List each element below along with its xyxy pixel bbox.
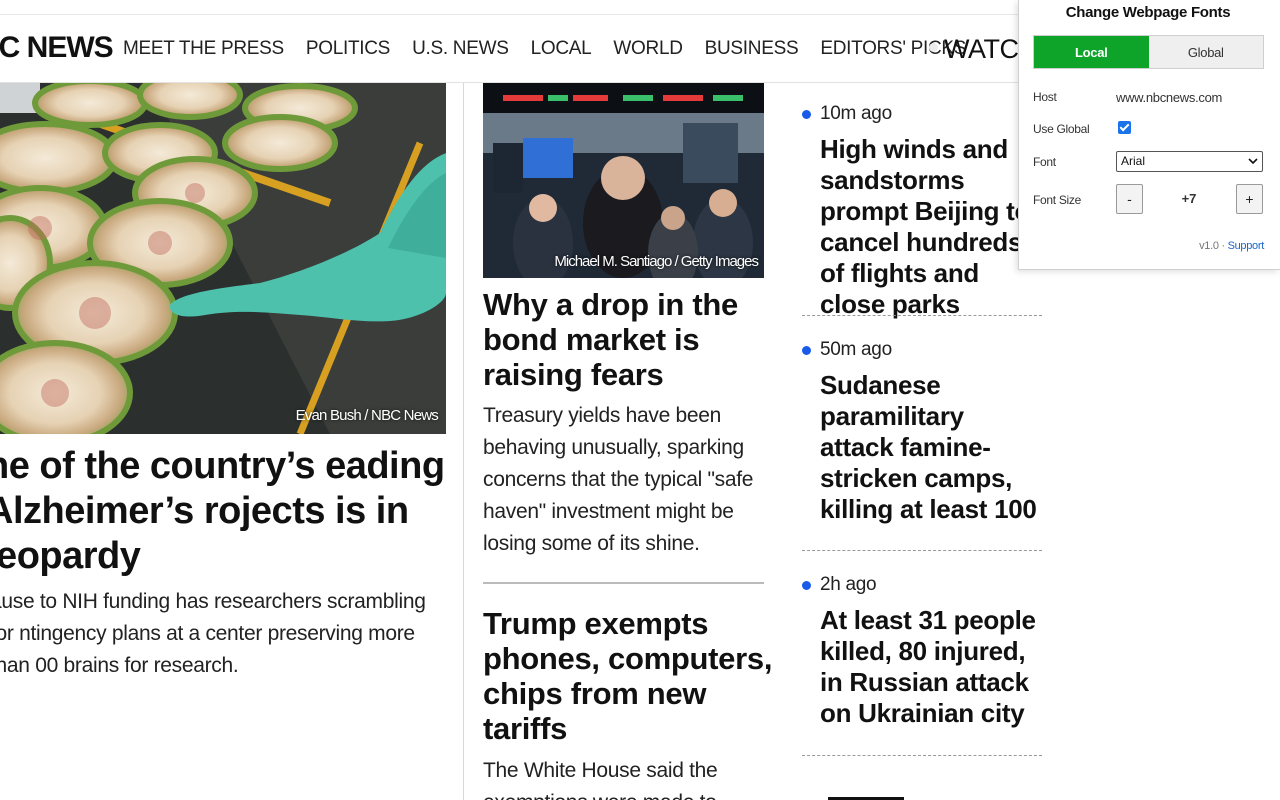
latest-time: 50m ago <box>820 339 892 360</box>
popup-footer: v1.0 · Support <box>1199 240 1264 252</box>
latest-time: 10m ago <box>820 103 892 124</box>
host-value: www.nbcnews.com <box>1116 90 1223 105</box>
latest-title[interactable]: Sudanese paramilitary attack famine-stri… <box>820 370 1042 525</box>
column-divider <box>463 83 464 800</box>
latest-item[interactable]: 50m ago Sudanese paramilitary attack fam… <box>802 339 1042 525</box>
bond-market-dek: Treasury yields have been behaving unusu… <box>483 404 754 555</box>
latest-title[interactable]: High winds and sandstorms prompt Beijing… <box>820 134 1042 320</box>
lead-story-image[interactable]: Evan Bush / NBC News <box>0 83 446 434</box>
tariffs-headline[interactable]: Trump exempts phones, computers, chips f… <box>483 606 773 746</box>
latest-divider <box>802 315 1042 316</box>
tariffs-dek: The White House said the exemptions were… <box>483 759 718 800</box>
header-divider <box>0 14 1030 15</box>
bond-market-image[interactable]: Michael M. Santiago / Getty Images <box>483 83 764 278</box>
brain-slices-photo <box>0 83 446 434</box>
story-divider <box>483 582 764 584</box>
latest-item[interactable]: 10m ago High winds and sandstorms prompt… <box>802 103 1042 320</box>
nav-item-us-news[interactable]: U.S. NEWS <box>412 38 509 60</box>
latest-divider <box>802 755 1042 756</box>
tab-local[interactable]: Local <box>1034 36 1149 68</box>
live-dot-icon <box>929 43 938 52</box>
lead-image-credit: Evan Bush / NBC News <box>295 407 439 424</box>
tab-global[interactable]: Global <box>1148 36 1263 68</box>
decrease-font-button[interactable]: - <box>1116 184 1143 214</box>
nav-item-local[interactable]: LOCAL <box>531 38 592 60</box>
font-extension-popup: Change Webpage Fonts Local Global Host w… <box>1018 0 1280 270</box>
latest-item[interactable]: 2h ago At least 31 people killed, 80 inj… <box>802 574 1042 729</box>
chevron-down-icon <box>1248 158 1258 165</box>
popup-title: Change Webpage Fonts <box>1065 4 1231 21</box>
host-label: Host <box>1033 90 1057 104</box>
font-select[interactable]: Arial <box>1116 151 1263 172</box>
nav-item-meet-the-press[interactable]: MEET THE PRESS <box>123 38 284 60</box>
latest-time: 2h ago <box>820 574 877 595</box>
bond-image-credit: Michael M. Santiago / Getty Images <box>554 253 759 270</box>
increase-font-button[interactable]: + <box>1236 184 1263 214</box>
use-global-checkbox[interactable] <box>1118 121 1131 134</box>
bond-market-headline[interactable]: Why a drop in the bond market is raising… <box>483 287 773 392</box>
support-link[interactable]: Support <box>1228 240 1265 252</box>
font-size-value: +7 <box>1181 191 1197 206</box>
nbc-news-logo[interactable]: BC NEWS <box>0 31 114 65</box>
trading-floor-photo <box>483 83 764 278</box>
font-size-label: Font Size <box>1033 193 1081 207</box>
main-navigation: MEET THE PRESS POLITICS U.S. NEWS LOCAL … <box>123 38 988 60</box>
nav-item-business[interactable]: BUSINESS <box>705 38 799 60</box>
nav-item-politics[interactable]: POLITICS <box>306 38 390 60</box>
font-label: Font <box>1033 155 1056 169</box>
scope-toggle: Local Global <box>1033 35 1264 69</box>
latest-title[interactable]: At least 31 people killed, 80 injured, i… <box>820 605 1042 729</box>
version-text: v1.0 · <box>1199 240 1228 252</box>
font-select-value: Arial <box>1121 154 1146 168</box>
live-dot-icon <box>802 580 811 590</box>
nav-item-world[interactable]: WORLD <box>613 38 683 60</box>
latest-divider <box>802 550 1042 551</box>
lead-dek: ause to NIH funding has researchers scra… <box>0 590 426 677</box>
use-global-label: Use Global <box>1033 122 1090 136</box>
lead-headline[interactable]: ne of the country’s eading Alzheimer’s r… <box>0 444 446 579</box>
live-dot-icon <box>802 109 811 119</box>
live-dot-icon <box>802 345 811 355</box>
